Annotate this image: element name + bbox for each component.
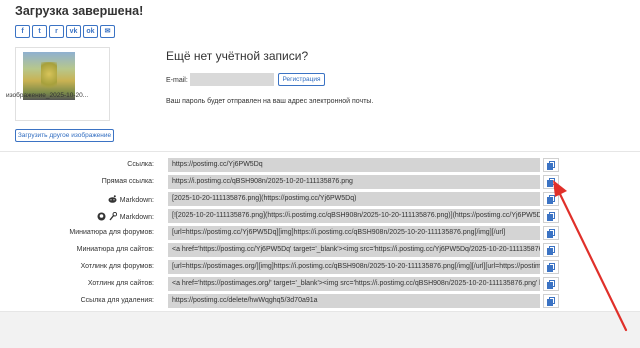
reddit-icon [108, 195, 117, 205]
copy-icon[interactable] [543, 192, 559, 206]
link-field[interactable]: [![2025-10-20-111135876.png](https://i.p… [168, 209, 540, 223]
copy-icon[interactable] [543, 260, 559, 274]
link-row: Markdown: [![2025-10-20-111135876.png](h… [0, 208, 640, 224]
page-title: Загрузка завершена! [15, 4, 144, 18]
link-field[interactable]: <a href='https://postimages.org/' target… [168, 277, 540, 291]
email-field[interactable] [190, 73, 274, 86]
link-field[interactable]: [url=https://postimages.org/][img]https:… [168, 260, 540, 274]
copy-icon[interactable] [543, 226, 559, 240]
link-label: Миниатюра для сайтов: [76, 246, 154, 253]
link-row: Markdown: [2025-10-20-111135876.png](htt… [0, 191, 640, 207]
thumbnail-caption: изображение_2025-10-20... [6, 92, 89, 99]
email-label: E-mail: [166, 77, 188, 84]
copy-icon[interactable] [543, 277, 559, 291]
link-row: Хотлинк для сайтов: <a href='https://pos… [0, 276, 640, 292]
copy-icon[interactable] [543, 175, 559, 189]
share-bar: f t r vk ok ✉ [15, 25, 115, 38]
github-icon [97, 212, 106, 223]
link-field[interactable]: [url=https://postimg.cc/Yj6PW5Dq][img]ht… [168, 226, 540, 240]
link-field[interactable]: https://postimg.cc/Yj6PW5Dq [168, 158, 540, 172]
copy-icon[interactable] [543, 209, 559, 223]
link-label: Хотлинк для форумов: [80, 263, 154, 270]
password-note: Ваш пароль будет отправлен на ваш адрес … [166, 98, 374, 105]
vk-icon[interactable]: vk [66, 25, 81, 38]
copy-icon[interactable] [543, 294, 559, 308]
link-row: Ссылка для удаления: https://postimg.cc/… [0, 293, 640, 309]
copy-icon[interactable] [543, 158, 559, 172]
link-row: Ссылка: https://postimg.cc/Yj6PW5Dq [0, 157, 640, 173]
odnoklassniki-icon[interactable]: ok [83, 25, 98, 38]
link-label: Markdown: [97, 211, 154, 223]
links-panel: Ссылка: https://postimg.cc/Yj6PW5Dq Прям… [0, 151, 640, 312]
link-label: Ссылка: [127, 161, 154, 168]
copy-icon[interactable] [543, 243, 559, 257]
link-row: Миниатюра для форумов: [url=https://post… [0, 225, 640, 241]
wrench-icon [109, 211, 117, 223]
link-row: Хотлинк для форумов: [url=https://postim… [0, 259, 640, 275]
thumbnail-card[interactable] [15, 47, 110, 121]
upload-summary-panel: Загрузка завершена! f t r vk ok ✉ изобра… [0, 0, 640, 151]
link-row: Прямая ссылка: https://i.postimg.cc/qBSH… [0, 174, 640, 190]
link-field[interactable]: https://postimg.cc/delete/hwWqghq5/3d70a… [168, 294, 540, 308]
twitter-icon[interactable]: t [32, 25, 47, 38]
facebook-icon[interactable]: f [15, 25, 30, 38]
link-label: Хотлинк для сайтов: [87, 280, 154, 287]
reddit-icon[interactable]: r [49, 25, 64, 38]
register-button[interactable]: Регистрация [278, 73, 325, 86]
link-row: Миниатюра для сайтов: <a href='https://p… [0, 242, 640, 258]
link-label: Прямая ссылка: [101, 178, 154, 185]
upload-another-button[interactable]: Загрузить другое изображение [15, 129, 114, 142]
link-field[interactable]: [2025-10-20-111135876.png](https://posti… [168, 192, 540, 206]
link-field[interactable]: <a href='https://postimg.cc/Yj6PW5Dq' ta… [168, 243, 540, 257]
link-label: Ссылка для удаления: [80, 297, 154, 304]
link-label: Миниатюра для форумов: [69, 229, 154, 236]
email-icon[interactable]: ✉ [100, 25, 115, 38]
link-field[interactable]: https://i.postimg.cc/qBSH908n/2025-10-20… [168, 175, 540, 189]
account-title: Ещё нет учётной записи? [166, 49, 309, 63]
link-label: Markdown: [108, 195, 154, 205]
